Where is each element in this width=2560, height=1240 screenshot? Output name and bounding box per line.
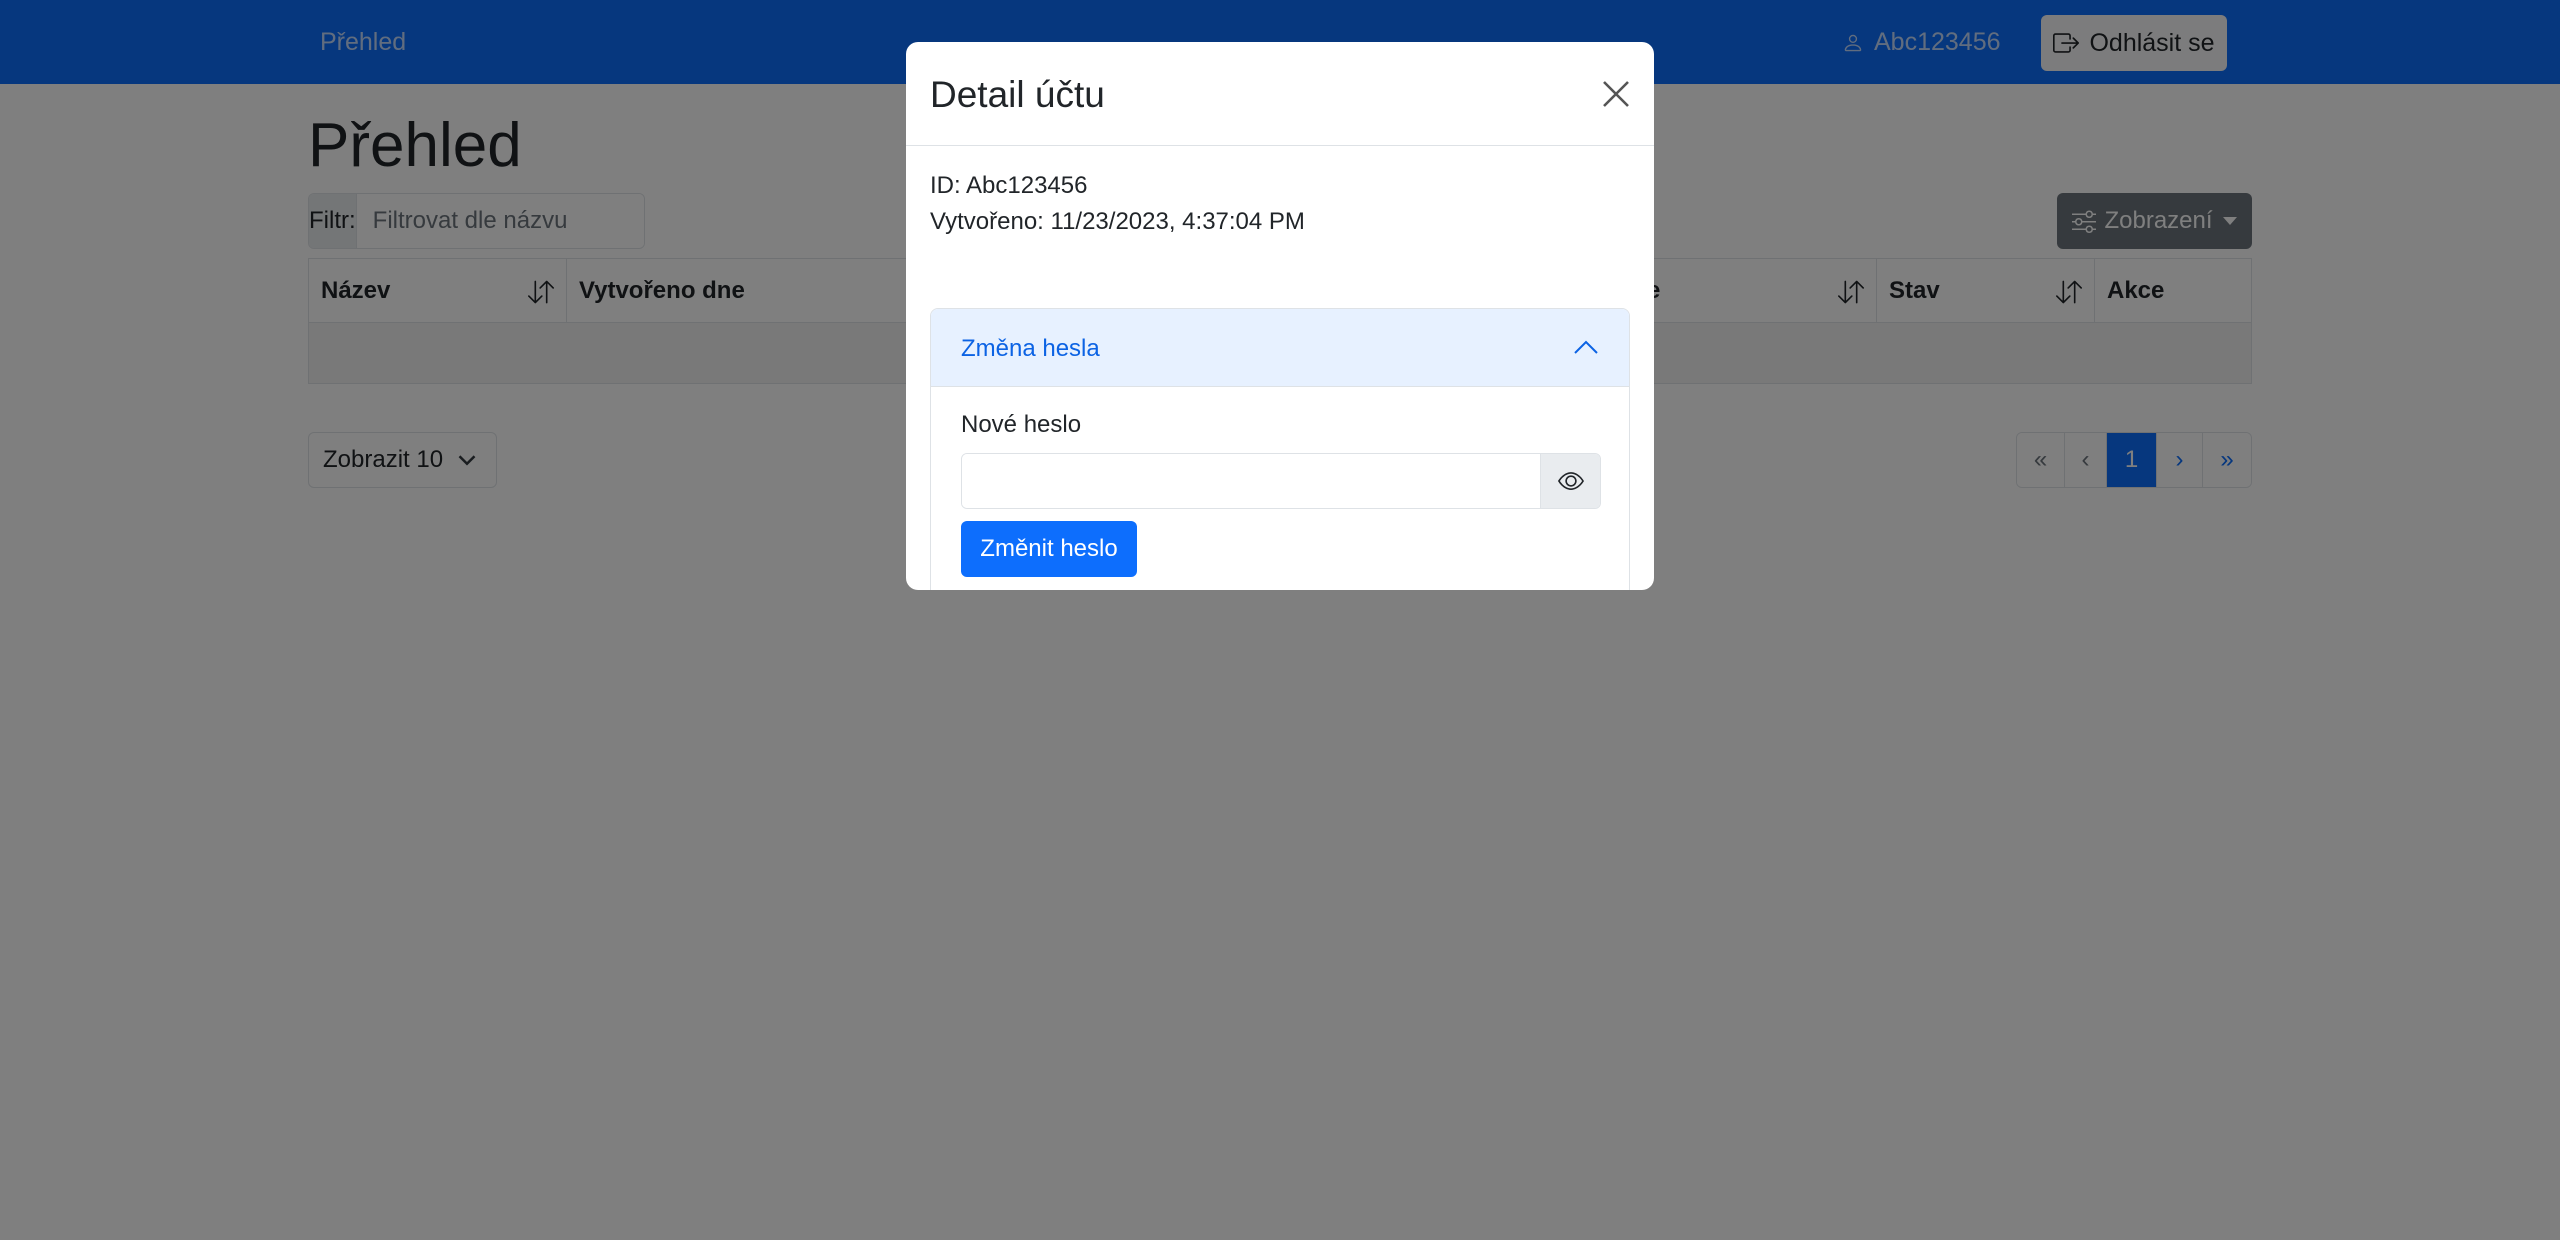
accordion-header[interactable]: Změna hesla [931, 309, 1629, 387]
eye-icon [1557, 472, 1584, 490]
modal-title: Detail účtu [930, 74, 1105, 115]
toggle-password-visibility-button[interactable] [1540, 454, 1600, 508]
new-password-input[interactable] [962, 454, 1540, 508]
close-icon[interactable] [1600, 78, 1632, 110]
account-created: Vytvořeno: 11/23/2023, 4:37:04 PM [930, 208, 1305, 235]
chevron-up-icon [1574, 340, 1598, 354]
modal-header: Detail účtu [906, 42, 1654, 146]
account-id: ID: Abc123456 [930, 172, 1088, 199]
accordion-body: Nové heslo Změnit heslo [961, 387, 1601, 577]
password-accordion: Změna hesla Nové heslo Změnit heslo [930, 308, 1630, 590]
modal-body: ID: Abc123456 Vytvořeno: 11/23/2023, 4:3… [930, 146, 1630, 590]
new-password-group [961, 453, 1601, 509]
accordion-title: Změna hesla [961, 335, 1100, 362]
account-detail-modal: Detail účtu ID: Abc123456 Vytvořeno: 11/… [906, 42, 1654, 590]
change-password-button[interactable]: Změnit heslo [961, 521, 1137, 577]
new-password-label: Nové heslo [961, 411, 1082, 438]
